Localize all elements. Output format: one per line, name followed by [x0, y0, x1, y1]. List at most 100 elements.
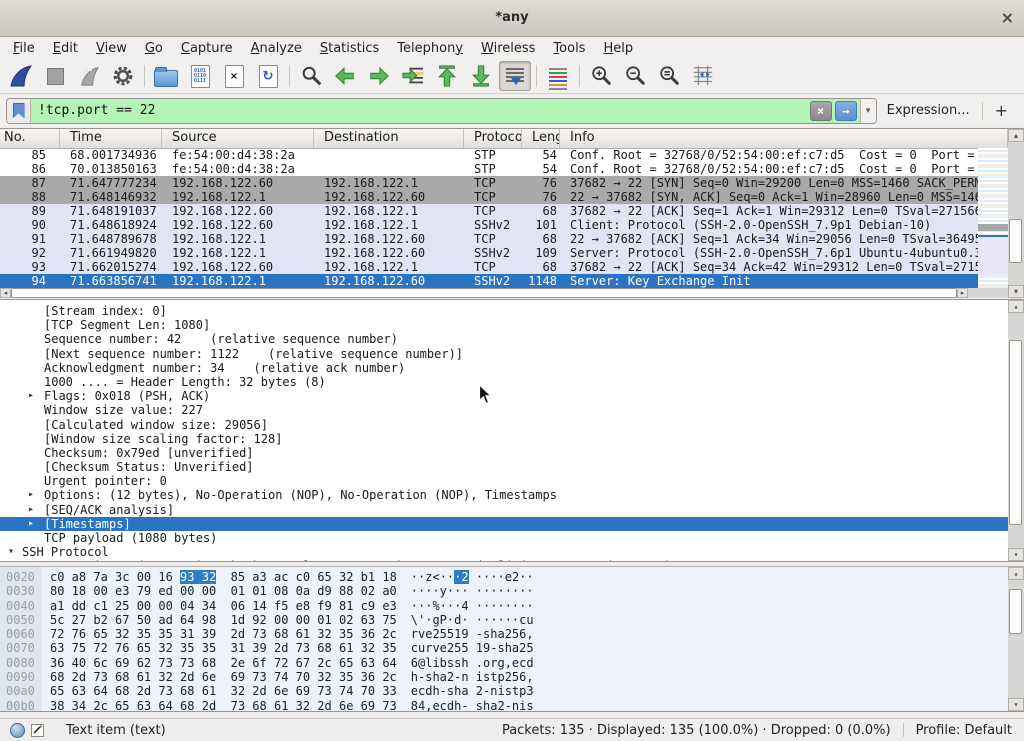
- start-capture-button[interactable]: [5, 61, 37, 91]
- expert-info-icon[interactable]: [10, 723, 25, 738]
- detail-line[interactable]: TCP payload (1080 bytes): [0, 531, 1008, 545]
- detail-line[interactable]: Sequence number: 42 (relative sequence n…: [0, 332, 1008, 346]
- packet-row-92[interactable]: 9271.661949820192.168.122.1192.168.122.6…: [0, 246, 978, 260]
- column-header-destination[interactable]: Destination: [314, 129, 464, 148]
- go-to-packet-button[interactable]: [397, 61, 429, 91]
- expression-button[interactable]: Expression...: [887, 103, 970, 118]
- detail-line[interactable]: [Stream index: 0]: [0, 304, 1008, 318]
- detail-line[interactable]: Checksum: 0x79ed [unverified]: [0, 446, 1008, 460]
- scrollbar-thumb[interactable]: [1009, 589, 1022, 634]
- packet-list-vscrollbar[interactable]: ▴ ▾: [1008, 129, 1024, 298]
- detail-line[interactable]: ▸SSH Version 2 (encryption:chacha20-poly…: [0, 559, 1008, 562]
- packet-row-87[interactable]: 8771.647777234192.168.122.60192.168.122.…: [0, 176, 978, 190]
- packet-row-90[interactable]: 9071.648618924192.168.122.60192.168.122.…: [0, 218, 978, 232]
- stop-capture-button[interactable]: [39, 61, 71, 91]
- detail-line[interactable]: Urgent pointer: 0: [0, 474, 1008, 488]
- packet-row-86[interactable]: 8670.013850163fe:54:00:d4:38:2aSTP54Conf…: [0, 162, 978, 176]
- auto-scroll-button[interactable]: [499, 61, 531, 91]
- expand-closed-icon[interactable]: ▸: [28, 503, 34, 517]
- restart-capture-button[interactable]: [73, 61, 105, 91]
- scroll-up-icon[interactable]: ▴: [1008, 129, 1024, 142]
- menu-view[interactable]: View: [87, 39, 136, 58]
- window-titlebar[interactable]: *any ×: [0, 0, 1024, 37]
- scroll-down-icon[interactable]: ▾: [1008, 698, 1024, 711]
- display-filter-input[interactable]: !tcp.port == 22 × →: [31, 99, 860, 123]
- detail-line[interactable]: [TCP Segment Len: 1080]: [0, 318, 1008, 332]
- hex-row-00b0[interactable]: 00b038 34 2c 65 63 64 68 2d 73 68 61 32 …: [0, 699, 1024, 712]
- expand-open-icon[interactable]: ▾: [8, 545, 14, 559]
- scrollbar-thumb[interactable]: [11, 288, 957, 298]
- detail-line[interactable]: [Window size scaling factor: 128]: [0, 432, 1008, 446]
- filter-add-button[interactable]: +: [995, 101, 1008, 120]
- hex-row-0020[interactable]: 0020c0 a8 7a 3c 00 16 93 32 85 a3 ac c0 …: [0, 570, 1024, 584]
- menu-capture[interactable]: Capture: [172, 39, 242, 58]
- hex-row-0040[interactable]: 0040a1 dd c1 25 00 00 04 34 06 14 f5 e8 …: [0, 599, 1024, 613]
- bytes-vscrollbar[interactable]: ▴ ▾: [1008, 567, 1024, 711]
- scrollbar-thumb[interactable]: [1009, 340, 1022, 525]
- detail-line[interactable]: Acknowledgment number: 34 (relative ack …: [0, 361, 1008, 375]
- save-capture-button[interactable]: 010101100111: [184, 61, 216, 91]
- go-first-packet-button[interactable]: [431, 61, 463, 91]
- packet-row-93[interactable]: 9371.662015274192.168.122.60192.168.122.…: [0, 260, 978, 274]
- reload-capture-button[interactable]: ↻: [252, 61, 284, 91]
- detail-line[interactable]: [Next sequence number: 1122 (relative se…: [0, 347, 1008, 361]
- packet-row-85[interactable]: 8568.001734936fe:54:00:d4:38:2aSTP54Conf…: [0, 148, 978, 162]
- filter-history-dropdown[interactable]: ▾: [860, 99, 876, 123]
- detail-line[interactable]: ▾SSH Protocol: [0, 545, 1008, 559]
- expand-closed-icon[interactable]: ▸: [28, 389, 34, 403]
- detail-vscrollbar[interactable]: ▴ ▾: [1008, 300, 1024, 561]
- menu-wireless[interactable]: Wireless: [472, 39, 544, 58]
- detail-line[interactable]: [Checksum Status: Unverified]: [0, 460, 1008, 474]
- detail-line[interactable]: 1000 .... = Header Length: 32 bytes (8): [0, 375, 1008, 389]
- intelligent-scrollbar-minimap[interactable]: [978, 148, 1008, 288]
- scroll-left-icon[interactable]: ◂: [0, 288, 11, 298]
- menu-go[interactable]: Go: [136, 39, 172, 58]
- detail-line[interactable]: Window size value: 227: [0, 403, 1008, 417]
- resize-columns-button[interactable]: [687, 61, 719, 91]
- detail-line[interactable]: [Calculated window size: 29056]: [0, 418, 1008, 432]
- detail-line[interactable]: ▸[Timestamps]: [0, 517, 1008, 531]
- column-header-source[interactable]: Source: [162, 129, 314, 148]
- open-capture-button[interactable]: [150, 61, 182, 91]
- expand-closed-icon[interactable]: ▸: [22, 559, 28, 562]
- hex-row-00a0[interactable]: 00a065 63 64 68 2d 73 68 61 32 2d 6e 69 …: [0, 684, 1024, 698]
- packet-list-hscrollbar[interactable]: ◂ ▸: [0, 288, 1008, 298]
- close-capture-button[interactable]: ×: [218, 61, 250, 91]
- hex-row-0060[interactable]: 006072 76 65 32 35 35 31 39 2d 73 68 61 …: [0, 627, 1024, 641]
- zoom-in-button[interactable]: [585, 61, 617, 91]
- scroll-right-icon[interactable]: ▸: [957, 288, 968, 298]
- colorize-button[interactable]: [542, 61, 574, 91]
- packet-row-89[interactable]: 8971.648191037192.168.122.60192.168.122.…: [0, 204, 978, 218]
- column-header-info[interactable]: Info: [560, 129, 1008, 148]
- go-back-button[interactable]: [329, 61, 361, 91]
- expand-closed-icon[interactable]: ▸: [28, 517, 34, 531]
- scroll-down-icon[interactable]: ▾: [1008, 548, 1024, 561]
- column-header-protocol[interactable]: Protocol: [464, 129, 522, 148]
- capture-options-button[interactable]: [107, 61, 139, 91]
- detail-line[interactable]: ▸Flags: 0x018 (PSH, ACK): [0, 389, 1008, 403]
- hex-row-0030[interactable]: 003080 18 00 e3 79 ed 00 00 01 01 08 0a …: [0, 584, 1024, 598]
- menu-edit[interactable]: Edit: [44, 39, 87, 58]
- filter-clear-button[interactable]: ×: [810, 101, 832, 121]
- go-forward-button[interactable]: [363, 61, 395, 91]
- hex-row-0080[interactable]: 008036 40 6c 69 62 73 73 68 2e 6f 72 67 …: [0, 656, 1024, 670]
- packet-row-88[interactable]: 8871.648146932192.168.122.1192.168.122.6…: [0, 190, 978, 204]
- zoom-out-button[interactable]: [619, 61, 651, 91]
- scroll-down-icon[interactable]: ▾: [1008, 285, 1024, 298]
- scroll-up-icon[interactable]: ▴: [1008, 300, 1024, 313]
- column-header-length[interactable]: Length: [522, 129, 560, 148]
- menu-file[interactable]: File: [4, 39, 44, 58]
- scrollbar-thumb[interactable]: [1009, 219, 1022, 263]
- detail-line[interactable]: ▸Options: (12 bytes), No-Operation (NOP)…: [0, 488, 1008, 502]
- menu-telephony[interactable]: Telephony: [388, 39, 472, 58]
- filter-bookmark-button[interactable]: [7, 99, 31, 123]
- menu-tools[interactable]: Tools: [544, 39, 594, 58]
- column-header-time[interactable]: Time: [60, 129, 162, 148]
- find-packet-button[interactable]: [295, 61, 327, 91]
- scroll-up-icon[interactable]: ▴: [1008, 567, 1024, 580]
- hex-row-0050[interactable]: 00505c 27 b2 67 50 ad 64 98 1d 92 00 00 …: [0, 613, 1024, 627]
- detail-line[interactable]: ▸[SEQ/ACK analysis]: [0, 503, 1008, 517]
- packet-row-91[interactable]: 9171.648789678192.168.122.1192.168.122.6…: [0, 232, 978, 246]
- filter-apply-button[interactable]: →: [835, 101, 857, 121]
- profile-button[interactable]: Profile: Default: [916, 723, 1012, 738]
